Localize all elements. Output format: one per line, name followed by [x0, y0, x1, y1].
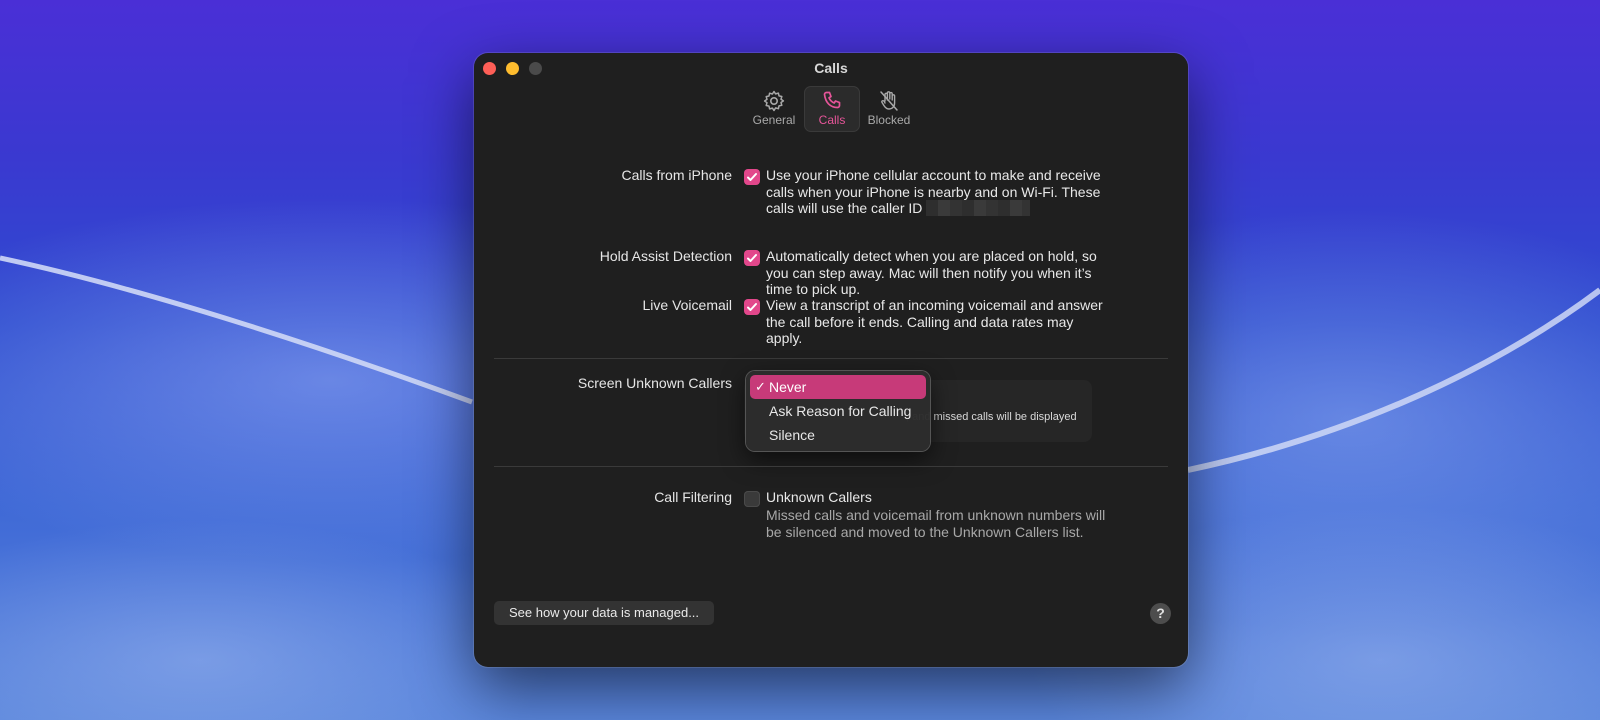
tab-general-label: General	[752, 113, 796, 127]
hold-assist-checkbox[interactable]	[744, 250, 760, 266]
hold-assist-description: Automatically detect when you are placed…	[766, 248, 1097, 297]
live-voicemail-label: Live Voicemail	[642, 297, 733, 313]
calls-from-iphone-description: Use your iPhone cellular account to make…	[766, 167, 1106, 217]
tab-blocked[interactable]: Blocked	[861, 86, 917, 132]
data-management-button[interactable]: See how your data is managed...	[494, 601, 714, 625]
live-voicemail-checkbox[interactable]	[744, 299, 760, 315]
unknown-callers-checkbox[interactable]	[744, 491, 760, 507]
live-voicemail-description: View a transcript of an incoming voicema…	[766, 297, 1103, 346]
redacted-caller-id	[926, 200, 1031, 216]
unknown-callers-option-label: Unknown Callers	[766, 489, 872, 505]
separator	[494, 466, 1168, 467]
separator	[494, 358, 1168, 359]
screen-unknown-callers-label: Screen Unknown Callers	[577, 375, 732, 391]
menu-item-never-label: Never	[769, 379, 807, 395]
gear-icon	[763, 90, 785, 112]
tab-calls[interactable]: Calls	[804, 86, 860, 132]
menu-item-never[interactable]: ✓ Never	[750, 375, 926, 399]
tab-general[interactable]: General	[746, 86, 802, 132]
tab-calls-label: Calls	[818, 113, 846, 127]
checkmark-icon: ✓	[755, 379, 766, 394]
menu-item-ask-reason-label: Ask Reason for Calling	[769, 403, 912, 419]
checkmark-icon	[747, 254, 757, 262]
phone-icon	[823, 91, 841, 109]
menu-item-silence[interactable]: Silence	[750, 423, 926, 447]
call-filtering-label: Call Filtering	[654, 489, 732, 505]
hand-raised-slash-icon	[880, 91, 898, 111]
calls-from-iphone-checkbox[interactable]	[744, 169, 760, 185]
menu-item-silence-label: Silence	[769, 427, 815, 443]
call-filtering-description: Missed calls and voicemail from unknown …	[766, 507, 1106, 540]
checkmark-icon	[747, 303, 757, 311]
help-button[interactable]: ?	[1150, 603, 1171, 624]
screen-unknown-partial-text: , and missed calls will be displayed	[906, 411, 1077, 423]
menu-item-ask-reason[interactable]: Ask Reason for Calling	[750, 399, 926, 423]
labels-column: Calls from iPhone Hold Assist Detection …	[486, 53, 732, 667]
settings-window: Calls General Calls Blocked Calls from i…	[474, 53, 1188, 667]
screen-unknown-callers-menu: ✓ Never Ask Reason for Calling Silence	[746, 371, 930, 451]
tab-blocked-label: Blocked	[867, 113, 911, 127]
hold-assist-label: Hold Assist Detection	[599, 248, 732, 264]
checkmark-icon	[747, 173, 757, 181]
calls-from-iphone-label: Calls from iPhone	[621, 167, 733, 183]
